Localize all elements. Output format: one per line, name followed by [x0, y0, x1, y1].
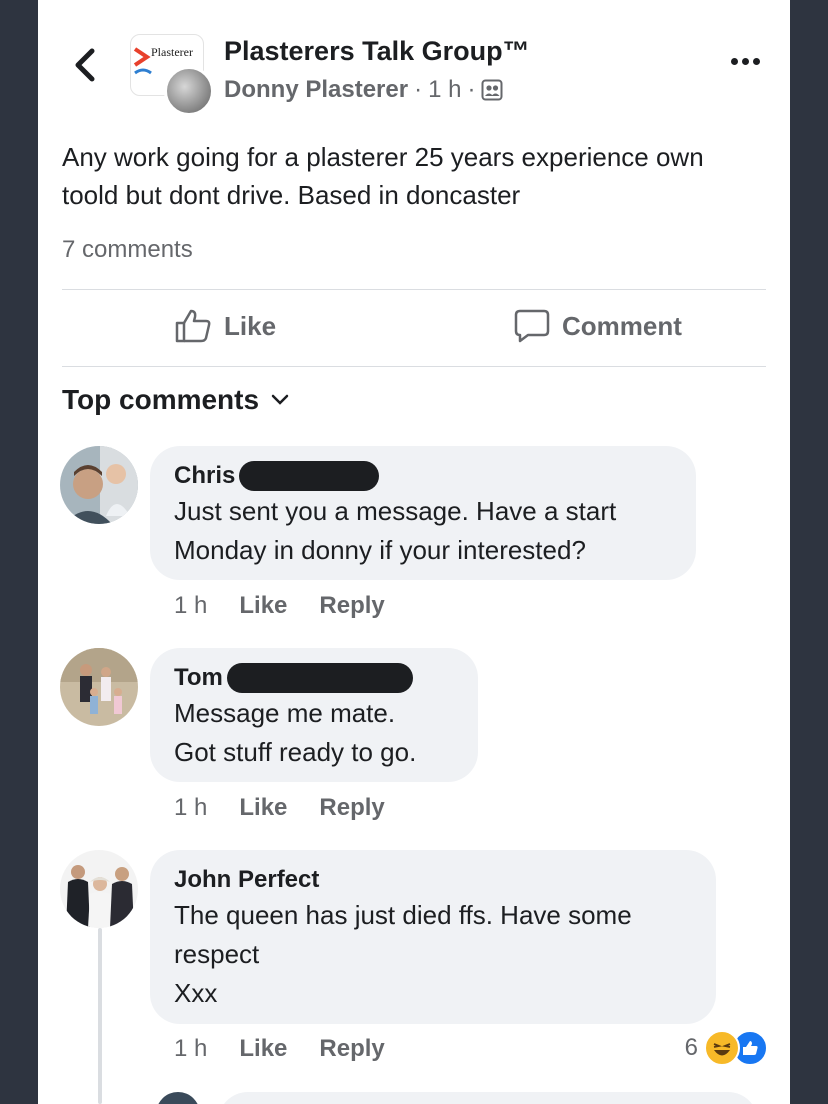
comment-reply-button[interactable]: Reply: [319, 592, 384, 620]
thumbs-up-icon: [175, 309, 211, 343]
avatar-photo: [60, 850, 138, 928]
author-avatar[interactable]: [164, 66, 214, 116]
reaction-summary[interactable]: 6: [685, 1030, 768, 1066]
chevron-left-icon: [75, 48, 95, 82]
top-comments-filter[interactable]: Top comments: [62, 384, 289, 416]
commenter-avatar-tom[interactable]: [60, 648, 138, 726]
like-button[interactable]: Like: [174, 308, 276, 344]
comment-count[interactable]: 7 comments: [62, 236, 193, 264]
comment-bubble-chris: Chris Just sent you a message. Have a st…: [150, 446, 696, 580]
divider-top: [62, 289, 766, 290]
redacted-surname: [226, 663, 413, 693]
comment-reply-button[interactable]: Reply: [319, 1035, 384, 1063]
redacted-surname: [239, 461, 380, 491]
author-name[interactable]: Donny Plasterer: [224, 76, 408, 104]
next-commenter-avatar[interactable]: [156, 1092, 200, 1104]
group-name[interactable]: Plasterers Talk Group™: [224, 36, 530, 67]
comment-text: Just sent you a message. Have a start Mo…: [174, 496, 617, 565]
reaction-count: 6: [684, 1034, 698, 1061]
more-dot: [742, 58, 749, 65]
commenter-avatar-john[interactable]: [60, 850, 138, 928]
post-header: Plasterer Plasterers Talk Group™ Donny P…: [38, 28, 790, 118]
divider-bottom: [62, 366, 766, 367]
comment-reply-button[interactable]: Reply: [319, 794, 384, 822]
more-options-button[interactable]: [731, 58, 760, 65]
post-text: Any work going for a plasterer 25 years …: [62, 142, 704, 210]
like-label: Like: [224, 310, 277, 341]
avatar-photo: [60, 648, 138, 726]
comment-label: Comment: [562, 310, 682, 341]
comment-actions-john: 1 h Like Reply: [174, 1035, 385, 1063]
comment-text-line2: Xxx: [174, 978, 218, 1008]
next-comment-bubble: [218, 1092, 758, 1104]
chevron-down-icon: [271, 394, 289, 405]
comment-actions-chris: 1 h Like Reply: [174, 592, 385, 620]
comment-text-line2: Got stuff ready to go.: [174, 737, 417, 767]
group-logo-text: Plasterer: [151, 45, 193, 59]
commenter-name[interactable]: Tom: [174, 662, 454, 694]
commenter-name[interactable]: Chris: [174, 460, 672, 492]
commenter-avatar-chris[interactable]: [60, 446, 138, 524]
comment-like-button[interactable]: Like: [239, 592, 287, 620]
comment-like-button[interactable]: Like: [239, 794, 287, 822]
commenter-name[interactable]: John Perfect: [174, 864, 692, 896]
comment-text-line1: Message me mate.: [174, 698, 396, 728]
post-meta: Donny Plasterer · 1 h ·: [224, 76, 503, 104]
meta-separator-2: ·: [467, 76, 476, 103]
comment-time[interactable]: 1 h: [174, 794, 207, 822]
commenter-name-text: Tom: [174, 664, 223, 691]
post-panel: Plasterer Plasterers Talk Group™ Donny P…: [38, 0, 790, 1104]
reply-thread-line: [98, 928, 102, 1104]
comment-time[interactable]: 1 h: [174, 592, 207, 620]
comment-text: The queen has just died ffs. Have some r…: [174, 900, 632, 969]
commenter-name-text: John Perfect: [174, 866, 320, 893]
more-dot: [731, 58, 738, 65]
speech-bubble-icon: [514, 309, 550, 343]
comment-bubble-tom: Tom Message me mate. Got stuff ready to …: [150, 648, 478, 782]
haha-reaction-icon: [704, 1030, 740, 1066]
meta-separator: ·: [414, 76, 423, 103]
top-comments-label: Top comments: [62, 384, 260, 415]
group-members-icon: [481, 79, 503, 101]
back-button[interactable]: [68, 48, 102, 82]
comment-actions-tom: 1 h Like Reply: [174, 794, 385, 822]
avatar-photo: [60, 446, 138, 524]
more-dot: [753, 58, 760, 65]
comment-time[interactable]: 1 h: [174, 1035, 207, 1063]
comment-button[interactable]: Comment: [514, 308, 682, 344]
post-time[interactable]: 1 h: [428, 76, 461, 104]
comment-bubble-john: John Perfect The queen has just died ffs…: [150, 850, 716, 1024]
commenter-name-text: Chris: [174, 462, 236, 489]
comment-like-button[interactable]: Like: [239, 1035, 287, 1063]
